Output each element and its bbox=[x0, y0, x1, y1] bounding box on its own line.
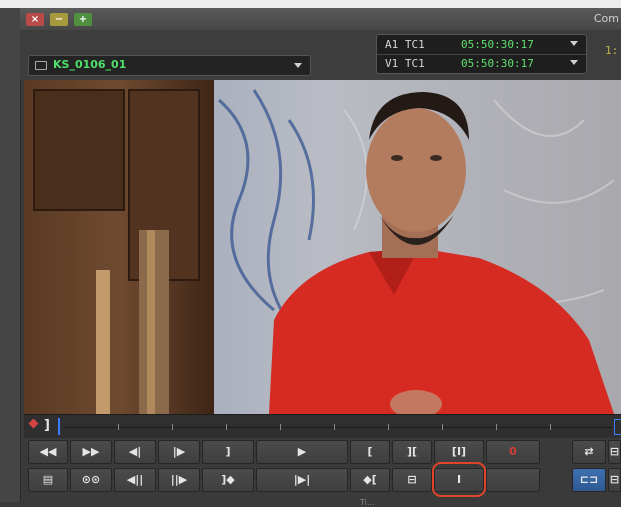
chevron-down-icon bbox=[294, 63, 302, 68]
link-button[interactable]: ⊙⊙ bbox=[70, 468, 112, 492]
timecode-track-label: A1 TC1 bbox=[385, 38, 425, 51]
play-button[interactable]: ▶ bbox=[256, 440, 348, 464]
add-marker-button[interactable]: 0 bbox=[486, 440, 540, 464]
playhead[interactable] bbox=[58, 418, 60, 435]
video-frame[interactable] bbox=[24, 80, 621, 414]
clear-marks-button[interactable]: [I] bbox=[434, 440, 484, 464]
overflow-button[interactable]: ⊟ bbox=[608, 440, 621, 464]
window-titlebar: × − + Com bbox=[20, 8, 621, 31]
monitor-header: KS_0106_01 A1 TC1 05:50:30:17 V1 TC1 05:… bbox=[20, 30, 621, 80]
chevron-down-icon[interactable] bbox=[570, 60, 578, 65]
splice-button[interactable]: ⇄ bbox=[572, 440, 606, 464]
transport-controls: ◀◀ ▶▶ ◀| |▶ ] ▶ [ ][ [I] 0 ⇄ ⊟ ▤ ⊙⊙ ◀|| … bbox=[24, 438, 621, 502]
mark-in-button[interactable]: [ bbox=[350, 440, 390, 464]
window-title: Com bbox=[593, 12, 619, 25]
go-to-out-button[interactable]: ]◆ bbox=[202, 468, 254, 492]
mark-clip-button[interactable]: ][ bbox=[392, 440, 432, 464]
scrub-tick bbox=[388, 424, 389, 430]
minimize-icon[interactable]: − bbox=[50, 13, 68, 26]
scrub-tick bbox=[226, 424, 227, 430]
scrub-tick bbox=[550, 424, 551, 430]
scrub-track[interactable] bbox=[64, 427, 612, 428]
step-back-button[interactable]: ◀| bbox=[114, 440, 156, 464]
scrub-tick bbox=[442, 424, 443, 430]
scrub-tick bbox=[280, 424, 281, 430]
go-to-in-button[interactable]: ◆[ bbox=[350, 468, 390, 492]
timecode-track-label: V1 TC1 bbox=[385, 57, 425, 70]
timecode-display[interactable]: A1 TC1 05:50:30:17 V1 TC1 05:50:30:17 bbox=[376, 34, 587, 74]
timecode-row[interactable]: V1 TC1 05:50:30:17 bbox=[377, 54, 586, 73]
footer-label: Ti... bbox=[360, 498, 375, 507]
mark-out-button[interactable]: ] bbox=[202, 440, 254, 464]
monitor-mode-button[interactable]: ⊏⊐ bbox=[572, 468, 606, 492]
left-panel-edge bbox=[0, 8, 21, 502]
scrub-tick bbox=[496, 424, 497, 430]
clip-icon bbox=[35, 61, 47, 70]
video-image bbox=[24, 80, 621, 414]
timecode-partial: 1: bbox=[605, 44, 619, 57]
toggle-source-button[interactable]: ▤ bbox=[28, 468, 68, 492]
maximize-icon[interactable]: + bbox=[74, 13, 92, 26]
step-forward-button[interactable]: |▶ bbox=[158, 440, 200, 464]
trim-back-button[interactable]: ◀|| bbox=[114, 468, 156, 492]
play-in-to-out-button[interactable]: |▶| bbox=[256, 468, 348, 492]
end-marker bbox=[614, 419, 621, 435]
empty-button[interactable] bbox=[486, 468, 540, 492]
clip-name-menu[interactable]: KS_0106_01 bbox=[28, 55, 311, 76]
trim-forward-button[interactable]: ||▶ bbox=[158, 468, 200, 492]
scrub-tick bbox=[118, 424, 119, 430]
close-icon[interactable]: × bbox=[26, 13, 44, 26]
scrub-tick bbox=[172, 424, 173, 430]
clip-name: KS_0106_01 bbox=[53, 58, 127, 71]
position-bar[interactable]: ] bbox=[24, 414, 621, 439]
mark-in-indicator bbox=[28, 418, 39, 429]
rewind-button[interactable]: ◀◀ bbox=[28, 440, 68, 464]
highlight-annotation bbox=[432, 462, 486, 497]
timecode-value: 05:50:30:17 bbox=[461, 38, 534, 51]
overflow-button[interactable]: ⊟ bbox=[608, 468, 621, 492]
match-frame-button[interactable]: ⊟ bbox=[392, 468, 432, 492]
timecode-value: 05:50:30:17 bbox=[461, 57, 534, 70]
chevron-down-icon[interactable] bbox=[570, 41, 578, 46]
mark-in-bracket: ] bbox=[44, 418, 50, 433]
fast-forward-button[interactable]: ▶▶ bbox=[70, 440, 112, 464]
menu-strip bbox=[0, 0, 621, 8]
timecode-row[interactable]: A1 TC1 05:50:30:17 bbox=[377, 35, 586, 55]
scrub-tick bbox=[334, 424, 335, 430]
